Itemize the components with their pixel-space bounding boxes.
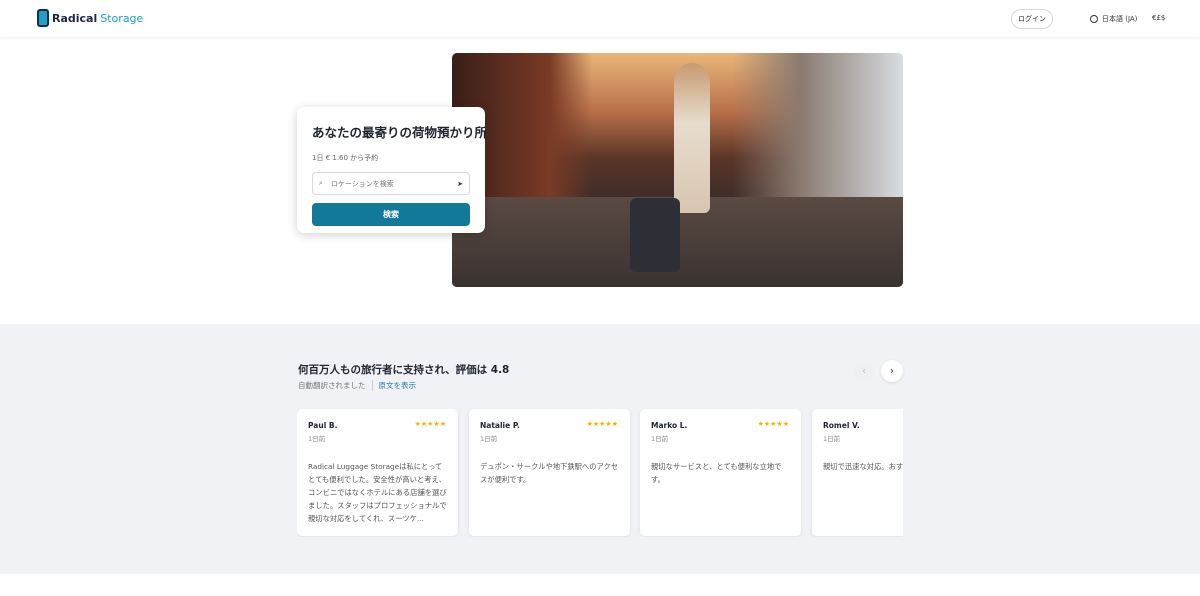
- star-rating: ★★★★★: [586, 420, 618, 428]
- star-rating: ★★★★★: [414, 420, 446, 428]
- currency-selector[interactable]: €£$: [1152, 14, 1165, 22]
- search-placeholder: ロケーションを検索: [330, 179, 394, 188]
- review-date: 1日前: [480, 435, 498, 443]
- hero-image: [452, 53, 903, 287]
- review-text: デュポン・サークルや地下鉄駅へのアクセスが便利です。: [480, 462, 619, 484]
- star-rating: ★★★★★: [757, 420, 789, 428]
- header: Radical Storage ログイン 日本語 (JA) €£$: [0, 0, 1200, 37]
- review-date: 1日前: [651, 435, 669, 443]
- login-button[interactable]: ログイン: [1011, 9, 1053, 29]
- globe-icon: [1090, 15, 1098, 23]
- reviewer-name: Romel V.: [823, 421, 860, 430]
- reviews-carousel: Paul B. 1日前 ★★★★★ Radical Luggage Storag…: [297, 409, 903, 537]
- translation-note: 自動翻訳されました 原文を表示: [298, 380, 416, 391]
- language-label: 日本語 (JA): [1102, 15, 1138, 23]
- review-card: Marko L. 1日前 ★★★★★ 親切なサービスと、とても便利な立地です。: [640, 409, 801, 536]
- review-card: Romel V. 1日前 ★★★★★ 親切で迅速な対応。おすすめです。: [812, 409, 903, 536]
- search-button[interactable]: 検索: [312, 203, 470, 226]
- luggage-icon: [37, 9, 49, 27]
- price-text: 1日 € 1.60 から予約: [312, 154, 379, 162]
- hero-title: あなたの最寄りの荷物預かり所: [312, 125, 488, 140]
- location-arrow-icon[interactable]: ➤: [457, 180, 463, 188]
- search-card: あなたの最寄りの荷物預かり所 1日 € 1.60 から予約 ⌕ ロケーションを検…: [297, 107, 488, 233]
- reviews-title: 何百万人もの旅行者に支持され、評価は 4.8: [298, 364, 510, 376]
- logo[interactable]: Radical Storage: [37, 9, 143, 27]
- location-search-input[interactable]: ⌕ ロケーションを検索 ➤: [312, 172, 470, 195]
- review-card: Paul B. 1日前 ★★★★★ Radical Luggage Storag…: [297, 409, 458, 536]
- review-text: 親切なサービスと、とても便利な立地です。: [651, 462, 782, 484]
- next-button[interactable]: ›: [881, 360, 903, 382]
- reviews-section: 何百万人もの旅行者に支持され、評価は 4.8 自動翻訳されました 原文を表示 ‹…: [0, 324, 1200, 574]
- prev-button[interactable]: ‹: [853, 360, 875, 382]
- logo-text: Radical: [52, 11, 98, 25]
- language-selector[interactable]: 日本語 (JA): [1090, 14, 1137, 24]
- review-text: 親切で迅速な対応。おすすめです。: [823, 462, 903, 471]
- logo-text-accent: Storage: [100, 11, 144, 25]
- review-date: 1日前: [823, 435, 841, 443]
- review-text: Radical Luggage Storageは私にとってとても便利でした。安全…: [308, 462, 447, 523]
- review-card: Natalie P. 1日前 ★★★★★ デュポン・サークルや地下鉄駅へのアクセ…: [469, 409, 630, 536]
- auto-translated-label: 自動翻訳されました: [298, 381, 366, 390]
- review-date: 1日前: [308, 435, 326, 443]
- search-icon: ⌕: [319, 179, 323, 187]
- show-original-link[interactable]: 原文を表示: [379, 380, 417, 391]
